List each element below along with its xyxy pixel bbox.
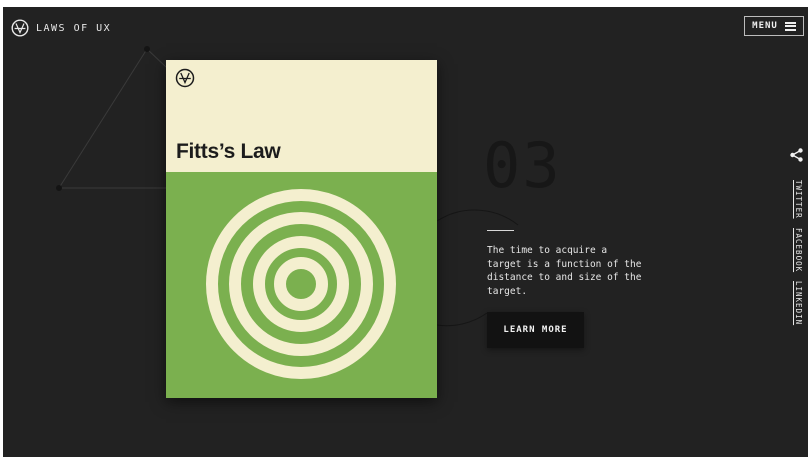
learn-more-button[interactable]: LEARN MORE	[487, 312, 584, 348]
law-number: 03	[483, 129, 562, 202]
facebook-link[interactable]: FACEBOOK	[791, 228, 803, 272]
menu-button[interactable]: MENU	[744, 16, 804, 36]
brand-name: LAWS OF UX	[36, 22, 112, 34]
hamburger-icon	[784, 21, 796, 31]
card-header: Fitts’s Law	[166, 60, 437, 172]
law-description: The time to acquire a target is a functi…	[487, 245, 642, 297]
logo-icon	[11, 19, 29, 37]
brand-logo-link[interactable]: LAWS OF UX	[11, 19, 111, 37]
twitter-link[interactable]: TWITTER	[791, 180, 803, 219]
law-card[interactable]: Fitts’s Law	[166, 60, 437, 398]
target-icon	[206, 189, 396, 379]
divider	[487, 230, 514, 231]
card-illustration	[166, 172, 437, 398]
page: LAWS OF UX MENU Fitts’s Law 03 The time …	[3, 7, 808, 457]
menu-label: MENU	[752, 21, 778, 31]
card-title: Fitts’s Law	[176, 140, 281, 163]
share-icon[interactable]	[790, 148, 803, 162]
linkedin-link[interactable]: LINKEDIN	[791, 281, 803, 325]
card-logo-icon	[175, 68, 195, 88]
